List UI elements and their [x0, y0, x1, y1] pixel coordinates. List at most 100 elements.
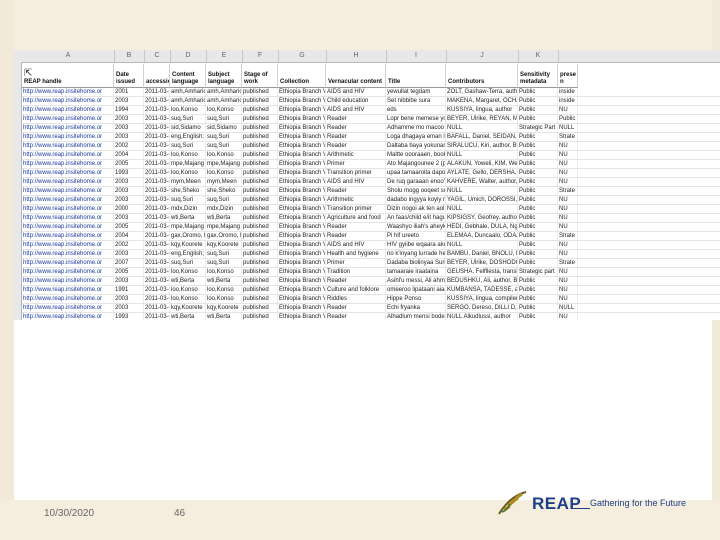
table-cell[interactable]: 2011-03-04: [144, 178, 170, 186]
table-cell[interactable]: kqy,Koorete: [206, 241, 242, 249]
table-cell[interactable]: published: [242, 295, 278, 303]
table-cell[interactable]: 2011-03-04: [144, 160, 170, 168]
column-letter[interactable]: A: [22, 50, 115, 62]
table-cell[interactable]: gax,Oromo, Bor: [170, 232, 206, 240]
table-cell[interactable]: 2011-03-04: [144, 232, 170, 240]
table-cell[interactable]: ELEMAA, Duncaalo, ODAA, Buz: [446, 232, 518, 240]
table-cell[interactable]: published: [242, 196, 278, 204]
table-cell[interactable]: NU: [558, 295, 578, 303]
table-cell[interactable]: loo,Konso: [206, 151, 242, 159]
table-cell[interactable]: 1991: [114, 286, 144, 294]
table-cell[interactable]: Ethiopia Branch Vern: [278, 250, 326, 258]
table-cell[interactable]: Reader: [326, 304, 386, 312]
table-cell[interactable]: Ethiopia Branch Vern: [278, 133, 326, 141]
table-cell[interactable]: 2011-03-04: [144, 142, 170, 150]
table-cell[interactable]: Reader: [326, 313, 386, 320]
table-cell[interactable]: YAGIL, Umich, DOROSSI, Orch: [446, 196, 518, 204]
table-cell[interactable]: published: [242, 169, 278, 177]
table-cell[interactable]: loo,Konso: [206, 286, 242, 294]
table-cell[interactable]: suq,Suri: [170, 259, 206, 267]
column-letter[interactable]: C: [144, 50, 171, 62]
table-cell[interactable]: loo,Konso: [206, 106, 242, 114]
table-cell[interactable]: yewullat tegdam: [386, 88, 446, 96]
table-cell[interactable]: Ethiopia Branch Vern: [278, 313, 326, 320]
column-letter[interactable]: D: [170, 50, 207, 62]
table-cell[interactable]: http://www.reap.insitehome.or: [22, 232, 114, 240]
table-cell[interactable]: Primer: [326, 160, 386, 168]
table-cell[interactable]: 2011-03-04: [144, 106, 170, 114]
table-cell[interactable]: NULL: [558, 124, 578, 132]
table-cell[interactable]: Ethiopia Branch Vern: [278, 106, 326, 114]
table-cell[interactable]: 2003: [114, 124, 144, 132]
table-cell[interactable]: 1993: [114, 169, 144, 177]
table-cell[interactable]: ZOLT, Gashaw-Terra, author: [446, 88, 518, 96]
table-cell[interactable]: Ato Majangounee 2 (pr: [386, 160, 446, 168]
table-cell[interactable]: Strate: [558, 259, 578, 267]
table-cell[interactable]: NU: [558, 205, 578, 213]
table-cell[interactable]: Public: [518, 115, 558, 123]
table-cell[interactable]: 2003: [114, 277, 144, 285]
table-cell[interactable]: loo,Konso: [170, 151, 206, 159]
table-cell[interactable]: Ethiopia Branch Vern: [278, 187, 326, 195]
table-cell[interactable]: Strate: [558, 232, 578, 240]
table-cell[interactable]: Public: [518, 187, 558, 195]
table-cell[interactable]: http://www.reap.insitehome.or: [22, 277, 114, 285]
table-cell[interactable]: SERGO, Dereso, DILLI D, Gaya: [446, 304, 518, 312]
table-cell[interactable]: tamaaraie iraataina: [386, 268, 446, 276]
table-cell[interactable]: Sholu mogg ooqeet sol: [386, 187, 446, 195]
table-cell[interactable]: Arithmetic: [326, 151, 386, 159]
table-cell[interactable]: NULL: [446, 187, 518, 195]
table-cell[interactable]: http://www.reap.insitehome.or: [22, 223, 114, 231]
table-cell[interactable]: De ruq garaaan enoo?: [386, 178, 446, 186]
table-cell[interactable]: NULL: [446, 151, 518, 159]
table-cell[interactable]: upaa tamaaroita dapo: [386, 169, 446, 177]
table-cell[interactable]: mdx,Dizin: [170, 205, 206, 213]
table-cell[interactable]: Public: [518, 97, 558, 105]
table-cell[interactable]: NU: [558, 268, 578, 276]
table-cell[interactable]: http://www.reap.insitehome.or: [22, 205, 114, 213]
table-cell[interactable]: loo,Konso: [170, 169, 206, 177]
table-cell[interactable]: http://www.reap.insitehome.or: [22, 313, 114, 320]
table-cell[interactable]: amh,Amharic: [206, 88, 242, 96]
table-cell[interactable]: NU: [558, 169, 578, 177]
table-cell[interactable]: 2011-03-04: [144, 223, 170, 231]
column-letter[interactable]: G: [278, 50, 327, 62]
table-cell[interactable]: http://www.reap.insitehome.or: [22, 286, 114, 294]
table-cell[interactable]: NU: [558, 160, 578, 168]
table-cell[interactable]: she,Sheko: [170, 187, 206, 195]
table-cell[interactable]: published: [242, 133, 278, 141]
table-cell[interactable]: Tradition: [326, 268, 386, 276]
table-cell[interactable]: NU: [558, 214, 578, 222]
table-cell[interactable]: http://www.reap.insitehome.or: [22, 133, 114, 141]
table-cell[interactable]: http://www.reap.insitehome.or: [22, 250, 114, 258]
table-cell[interactable]: kqy,Koorete: [170, 241, 206, 249]
table-cell[interactable]: loo,Konso: [170, 286, 206, 294]
table-cell[interactable]: AIDS and HIV: [326, 106, 386, 114]
table-cell[interactable]: 2011-03-04: [144, 304, 170, 312]
table-cell[interactable]: KIPSIGSY, Geofrey, author, ADO: [446, 214, 518, 222]
table-cell[interactable]: Public: [518, 133, 558, 141]
table-cell[interactable]: 2003: [114, 97, 144, 105]
table-cell[interactable]: suq,Suri: [206, 259, 242, 267]
column-letter[interactable]: F: [242, 50, 279, 62]
table-cell[interactable]: Arithmetic: [326, 196, 386, 204]
table-cell[interactable]: Adhamme mo macoo: [386, 124, 446, 132]
table-cell[interactable]: BEYER, Ulrike, DOSHODORKE,: [446, 259, 518, 267]
table-cell[interactable]: 2002: [114, 241, 144, 249]
column-letter[interactable]: H: [326, 50, 387, 62]
table-cell[interactable]: suq,Suri: [206, 115, 242, 123]
column-letter[interactable]: I: [386, 50, 447, 62]
table-cell[interactable]: HIV gyiibe wqaara ako: [386, 241, 446, 249]
table-cell[interactable]: NU: [558, 223, 578, 231]
table-cell[interactable]: 2011-03-04: [144, 214, 170, 222]
table-cell[interactable]: Public: [518, 259, 558, 267]
table-cell[interactable]: Reader: [326, 142, 386, 150]
table-cell[interactable]: Reader: [326, 115, 386, 123]
table-cell[interactable]: 2002: [114, 142, 144, 150]
table-cell[interactable]: Lopr bene memese yog: [386, 115, 446, 123]
table-cell[interactable]: Ethiopia Branch Vern: [278, 286, 326, 294]
table-cell[interactable]: Waashyo iliah's aheyk: [386, 223, 446, 231]
table-cell[interactable]: inside: [558, 97, 578, 105]
table-cell[interactable]: no k'inyang lurrade heg: [386, 250, 446, 258]
table-cell[interactable]: 2004: [114, 151, 144, 159]
